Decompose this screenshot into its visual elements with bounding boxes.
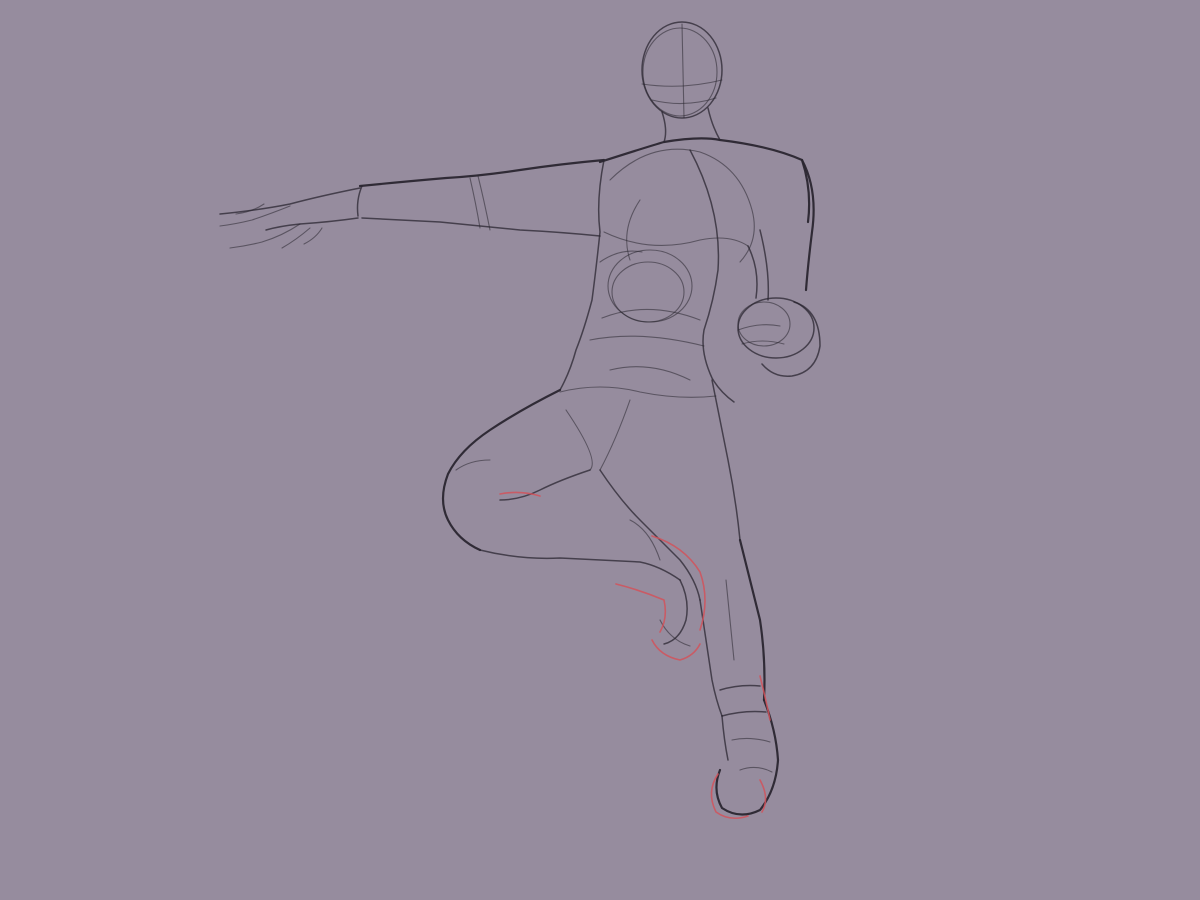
canvas-background [0,0,1200,900]
figure-sketch [0,0,1200,900]
drawing-canvas[interactable] [0,0,1200,900]
